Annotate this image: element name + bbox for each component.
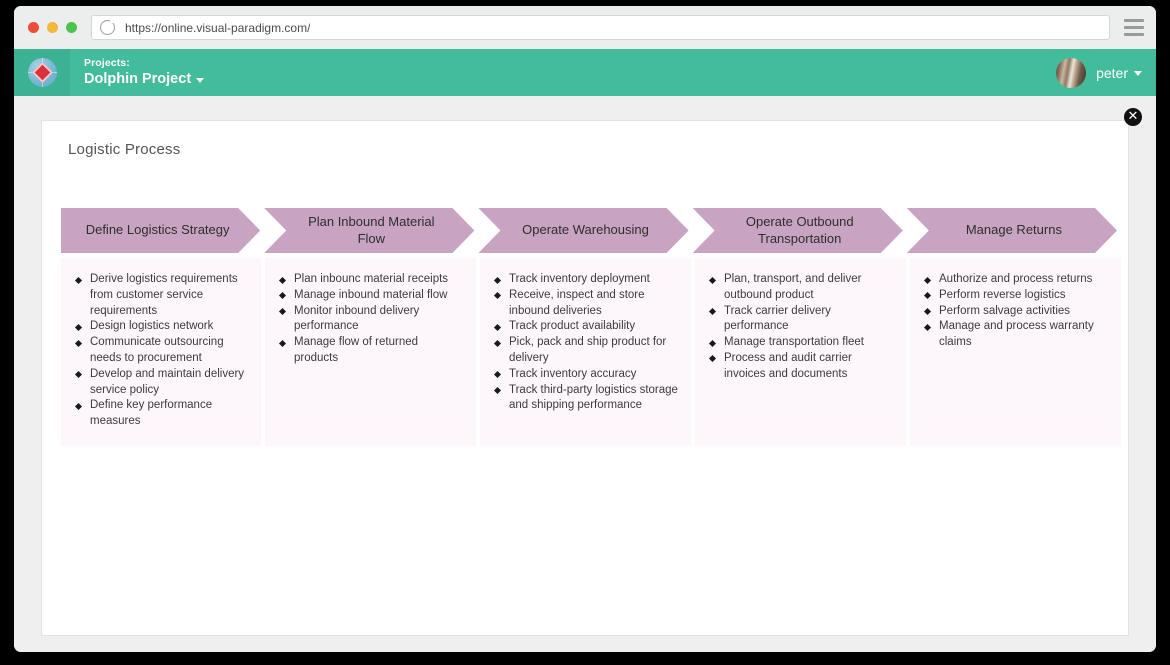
close-window-button[interactable] (28, 22, 39, 33)
process-step-label: Plan Inbound Material Flow (308, 214, 435, 246)
activity-item: Track inventory deployment (494, 272, 679, 288)
process-step-label: Operate Outbound Transportation (745, 214, 854, 246)
activity-item: Plan, transport, and deliver outbound pr… (709, 272, 894, 304)
activity-item: Track inventory accuracy (494, 367, 679, 383)
process-step-body: Plan, transport, and deliver outbound pr… (695, 258, 906, 446)
activity-item: Authorize and process returns (924, 272, 1109, 288)
project-name-text: Dolphin Project (84, 71, 192, 88)
diagram-panel: ✕ Logistic Process Define Logistics Stra… (41, 108, 1142, 636)
chevron-down-icon (196, 78, 205, 84)
reload-icon[interactable] (100, 19, 115, 35)
app-logo-cell[interactable] (14, 49, 70, 96)
activity-item: Track product availability (494, 319, 679, 335)
activity-item: Pick, pack and ship product for delivery (494, 335, 679, 367)
hamburger-menu-icon[interactable] (1124, 19, 1144, 36)
activity-item: Develop and maintain delivery service po… (75, 367, 249, 399)
activity-list: Authorize and process returns Perform rev… (924, 272, 1109, 351)
activity-list: Plan, transport, and deliver outbound pr… (709, 272, 894, 383)
activity-item: Track third-party logistics storage and … (494, 383, 679, 415)
activity-list: Derive logistics requirements from custo… (75, 272, 249, 430)
process-step-body: Plan inbounc material receipts Manage inb… (265, 258, 476, 446)
process-step-header[interactable]: Define Logistics Strategy (61, 208, 260, 253)
user-name-text: peter (1096, 64, 1128, 81)
process-step-label: Define Logistics Strategy (85, 222, 230, 238)
avatar[interactable] (1056, 57, 1087, 88)
browser-window: https://online.visual-paradigm.com/ Proj… (14, 6, 1156, 652)
activity-item: Manage inbound material flow (279, 288, 464, 304)
activity-item: Receive, inspect and store inbound deliv… (494, 288, 679, 320)
process-step-body: Derive logistics requirements from custo… (61, 258, 261, 446)
activity-list: Plan inbounc material receipts Manage inb… (279, 272, 464, 367)
activity-list: Track inventory deployment Receive, inspe… (494, 272, 679, 414)
user-menu[interactable]: peter (1056, 57, 1156, 88)
activity-item: Manage flow of returned products (279, 335, 464, 367)
activity-item: Process and audit carrier invoices and d… (709, 351, 894, 383)
activity-item: Define key performance measures (75, 398, 249, 430)
project-name[interactable]: Dolphin Project (84, 71, 205, 88)
activity-item: Manage and process warranty claims (924, 319, 1109, 351)
maximize-window-button[interactable] (66, 22, 77, 33)
window-traffic-lights[interactable] (28, 22, 77, 33)
app-top-bar: Projects: Dolphin Project peter (14, 49, 1156, 96)
activity-item: Monitor inbound delivery performance (279, 304, 464, 336)
process-step-label: Operate Warehousing (522, 222, 649, 238)
chevron-down-icon (1134, 71, 1142, 76)
activity-item: Perform salvage activities (924, 304, 1109, 320)
browser-toolbar: https://online.visual-paradigm.com/ (14, 6, 1156, 49)
activity-item: Communicate outsourcing needs to procure… (75, 335, 249, 367)
minimize-window-button[interactable] (47, 22, 58, 33)
address-bar[interactable]: https://online.visual-paradigm.com/ (91, 15, 1110, 40)
project-selector[interactable]: Projects: Dolphin Project (70, 57, 205, 88)
process-step-header[interactable]: Operate Warehousing (478, 208, 688, 253)
process-step-header[interactable]: Manage Returns (907, 208, 1117, 253)
activity-item: Manage transportation fleet (709, 335, 894, 351)
process-chevron-row: Define Logistics Strategy Plan Inbound M… (61, 208, 1117, 253)
activity-item: Perform reverse logistics (924, 288, 1109, 304)
activity-item: Derive logistics requirements from custo… (75, 272, 249, 319)
process-step-body: Authorize and process returns Perform rev… (910, 258, 1121, 446)
process-step-header[interactable]: Plan Inbound Material Flow (264, 208, 474, 253)
page-title: Logistic Process (68, 141, 181, 158)
activity-item: Design logistics network (75, 319, 249, 335)
process-step-body: Track inventory deployment Receive, inspe… (480, 258, 691, 446)
activity-item: Track carrier delivery performance (709, 304, 894, 336)
projects-label: Projects: (84, 57, 130, 70)
visual-paradigm-logo-icon (27, 58, 57, 87)
close-icon[interactable]: ✕ (1124, 108, 1142, 126)
process-body-row: Derive logistics requirements from custo… (61, 258, 1121, 446)
page-viewport: Projects: Dolphin Project peter ✕ Logist… (14, 49, 1156, 652)
url-text: https://online.visual-paradigm.com/ (125, 20, 311, 35)
process-step-label: Manage Returns (965, 222, 1062, 238)
user-name[interactable]: peter (1096, 65, 1142, 81)
activity-item: Plan inbounc material receipts (279, 272, 464, 288)
process-step-header[interactable]: Operate Outbound Transportation (693, 208, 903, 253)
